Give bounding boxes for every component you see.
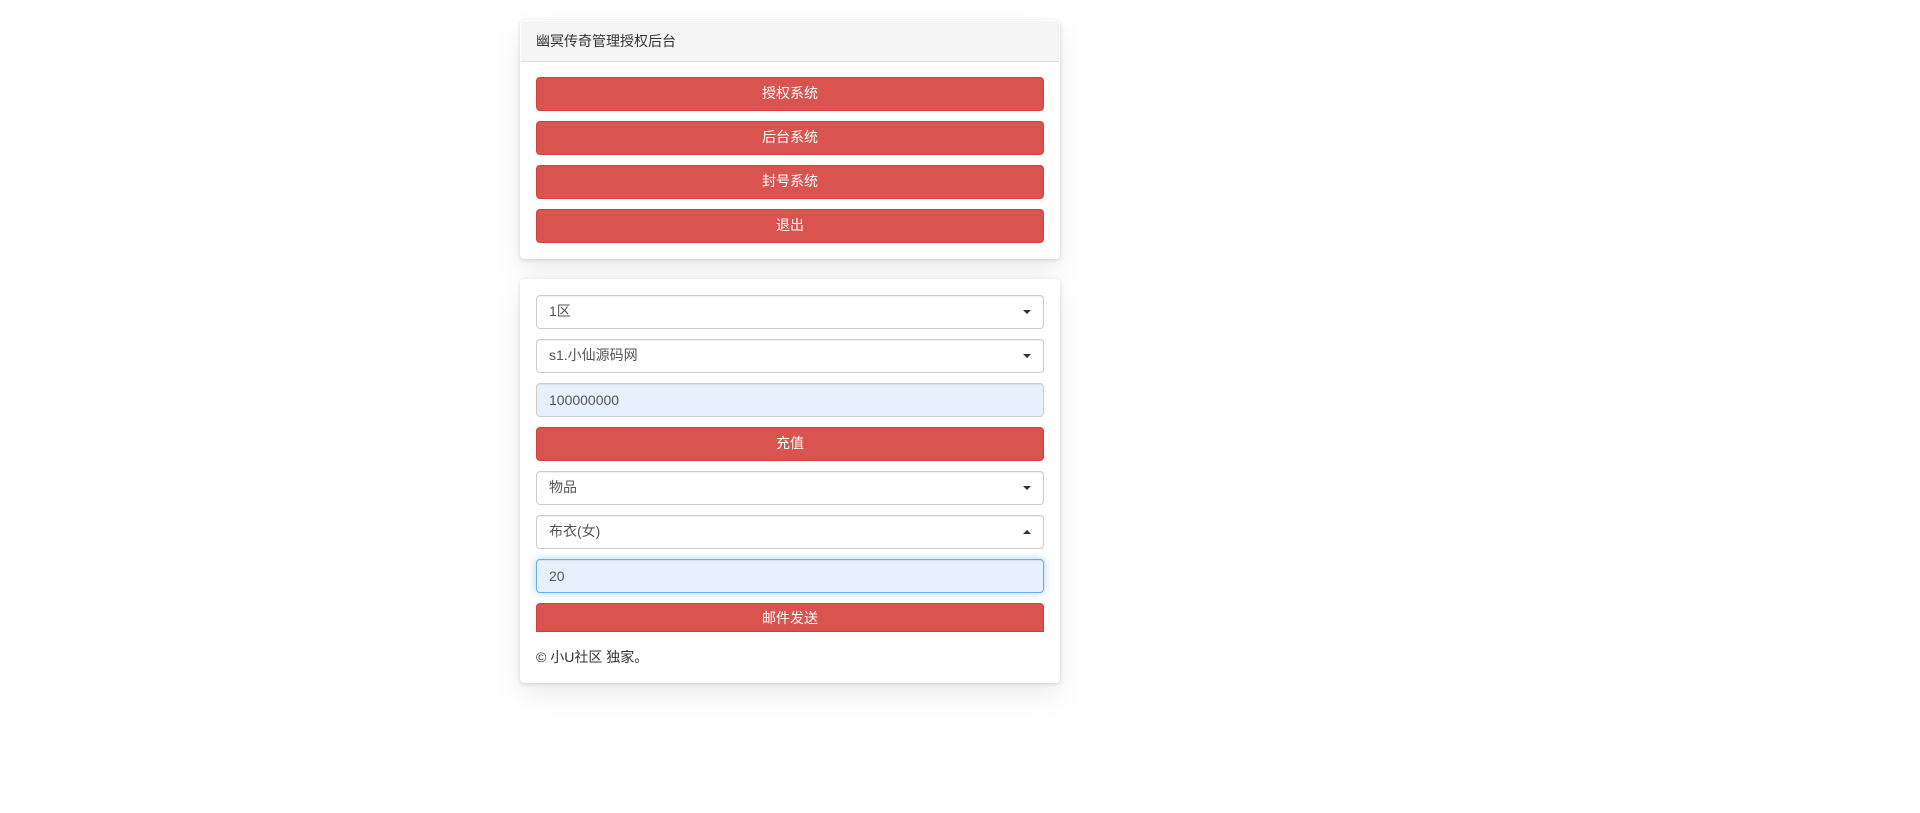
- recharge-button[interactable]: 充值: [536, 427, 1044, 461]
- item-select-value: 布衣(女): [549, 523, 600, 539]
- send-mail-button[interactable]: 邮件发送: [536, 603, 1044, 632]
- form-panel-body: 1区 s1.小仙源码网 充值 物品 布衣(女) 邮件发送: [521, 280, 1059, 647]
- item-select[interactable]: 布衣(女): [536, 515, 1044, 549]
- nav-panel-body: 授权系统 后台系统 封号系统 退出: [521, 62, 1059, 258]
- form-panel: 1区 s1.小仙源码网 充值 物品 布衣(女) 邮件发送 © 小U社区 独家。: [520, 279, 1060, 683]
- nav-panel: 幽冥传奇管理授权后台 授权系统 后台系统 封号系统 退出: [520, 20, 1060, 259]
- admin-system-button[interactable]: 后台系统: [536, 121, 1044, 155]
- server-select-value: s1.小仙源码网: [549, 347, 638, 363]
- count-input[interactable]: [536, 559, 1044, 593]
- panel-title: 幽冥传奇管理授权后台: [521, 21, 1059, 62]
- caret-down-icon: [1023, 354, 1031, 358]
- logout-button[interactable]: 退出: [536, 209, 1044, 243]
- caret-down-icon: [1023, 486, 1031, 490]
- auth-system-button[interactable]: 授权系统: [536, 77, 1044, 111]
- zone-select[interactable]: 1区: [536, 295, 1044, 329]
- zone-select-value: 1区: [549, 303, 571, 319]
- caret-up-icon: [1023, 530, 1031, 534]
- amount-input[interactable]: [536, 383, 1044, 417]
- type-select[interactable]: 物品: [536, 471, 1044, 505]
- caret-down-icon: [1023, 310, 1031, 314]
- footer-text: © 小U社区 独家。: [521, 647, 1059, 682]
- ban-system-button[interactable]: 封号系统: [536, 165, 1044, 199]
- type-select-value: 物品: [549, 479, 577, 495]
- server-select[interactable]: s1.小仙源码网: [536, 339, 1044, 373]
